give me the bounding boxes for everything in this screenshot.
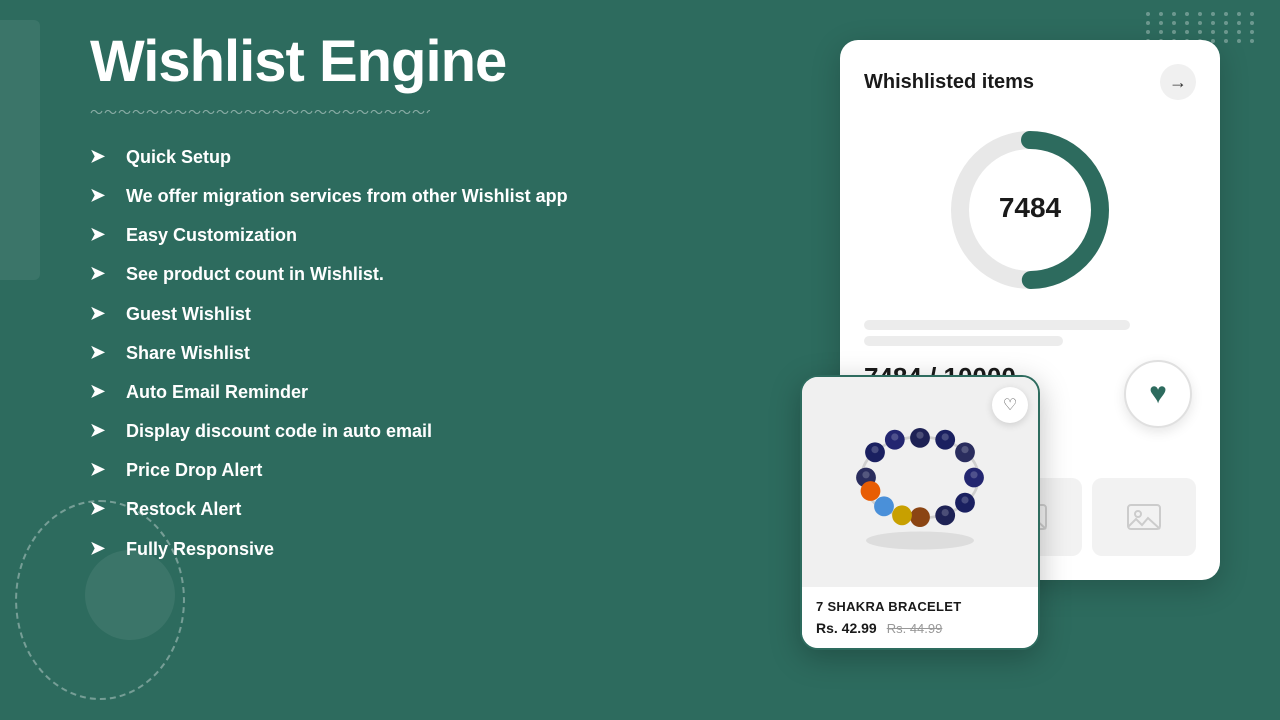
arrow-right-icon: →: [1169, 72, 1187, 93]
list-item: ➤ See product count in Wishlist.: [90, 262, 670, 287]
arrow-icon: ➤: [90, 224, 114, 245]
bg-solid-circle: [85, 550, 175, 640]
product-name: 7 SHAKRA BRACELET: [816, 599, 1024, 614]
heart-circle[interactable]: ♥: [1124, 360, 1192, 428]
wishlist-card-title: Whishlisted items: [864, 71, 1034, 94]
feature-text: Easy Customization: [126, 223, 297, 248]
arrow-icon: ➤: [90, 342, 114, 363]
list-item: ➤ Quick Setup: [90, 145, 670, 170]
product-image-container: ♡: [802, 377, 1038, 587]
arrow-icon: ➤: [90, 498, 114, 519]
product-heart-button[interactable]: ♡: [992, 387, 1028, 423]
donut-chart: 7484: [940, 120, 1120, 300]
right-panel: Whishlisted items → 7484 7484 / 10000: [800, 40, 1220, 680]
wishlist-arrow-button[interactable]: →: [1160, 64, 1196, 100]
feature-text: Display discount code in auto email: [126, 419, 432, 444]
arrow-icon: ➤: [90, 263, 114, 284]
heart-outline-icon: ♡: [1003, 395, 1017, 415]
left-panel: Wishlist Engine 〜〜〜〜〜〜〜〜〜〜〜〜〜〜〜〜〜〜〜〜〜〜〜〜…: [90, 30, 670, 562]
list-item: ➤ Fully Responsive: [90, 537, 670, 562]
list-item: ➤ Auto Email Reminder: [90, 380, 670, 405]
dot-grid-decoration: [1146, 12, 1258, 43]
feature-text: Price Drop Alert: [126, 458, 262, 483]
wishlist-card-header: Whishlisted items →: [864, 64, 1196, 100]
list-item: ➤ Price Drop Alert: [90, 458, 670, 483]
gray-bars: [864, 320, 1196, 346]
image-placeholder: [1092, 478, 1196, 556]
list-item: ➤ Guest Wishlist: [90, 302, 670, 327]
feature-text: Auto Email Reminder: [126, 380, 308, 405]
list-item: ➤ Share Wishlist: [90, 341, 670, 366]
product-price-current: Rs. 42.99: [816, 620, 877, 636]
product-card: ♡ 7 SHAKRA BRACELET Rs. 42.99 Rs. 44.99: [800, 375, 1040, 650]
list-item: ➤ Easy Customization: [90, 223, 670, 248]
feature-text: Guest Wishlist: [126, 302, 251, 327]
title-underline: 〜〜〜〜〜〜〜〜〜〜〜〜〜〜〜〜〜〜〜〜〜〜〜〜〜〜〜〜〜〜〜〜〜: [90, 102, 430, 121]
arrow-icon: ➤: [90, 420, 114, 441]
arrow-icon: ➤: [90, 381, 114, 402]
arrow-icon: ➤: [90, 185, 114, 206]
feature-text: Fully Responsive: [126, 537, 274, 562]
list-item: ➤ Display discount code in auto email: [90, 419, 670, 444]
product-info: 7 SHAKRA BRACELET Rs. 42.99 Rs. 44.99: [802, 587, 1038, 648]
list-item: ➤ Restock Alert: [90, 497, 670, 522]
feature-text: See product count in Wishlist.: [126, 262, 384, 287]
list-item: ➤ We offer migration services from other…: [90, 184, 670, 209]
product-prices: Rs. 42.99 Rs. 44.99: [816, 620, 1024, 636]
feature-text: Quick Setup: [126, 145, 231, 170]
donut-chart-container: 7484: [864, 120, 1196, 300]
bg-left-rectangles: [0, 20, 55, 300]
feature-text: We offer migration services from other W…: [126, 184, 568, 209]
product-image: [830, 392, 1010, 572]
donut-count: 7484: [999, 192, 1062, 223]
page-title: Wishlist Engine: [90, 30, 670, 94]
arrow-icon: ➤: [90, 459, 114, 480]
feature-text: Share Wishlist: [126, 341, 250, 366]
feature-list: ➤ Quick Setup ➤ We offer migration servi…: [90, 145, 670, 562]
arrow-icon: ➤: [90, 538, 114, 559]
arrow-icon: ➤: [90, 303, 114, 324]
heart-filled-icon: ♥: [1149, 377, 1167, 411]
arrow-icon: ➤: [90, 146, 114, 167]
image-placeholder-icon: [1126, 499, 1162, 535]
product-price-original: Rs. 44.99: [887, 621, 943, 636]
feature-text: Restock Alert: [126, 497, 241, 522]
